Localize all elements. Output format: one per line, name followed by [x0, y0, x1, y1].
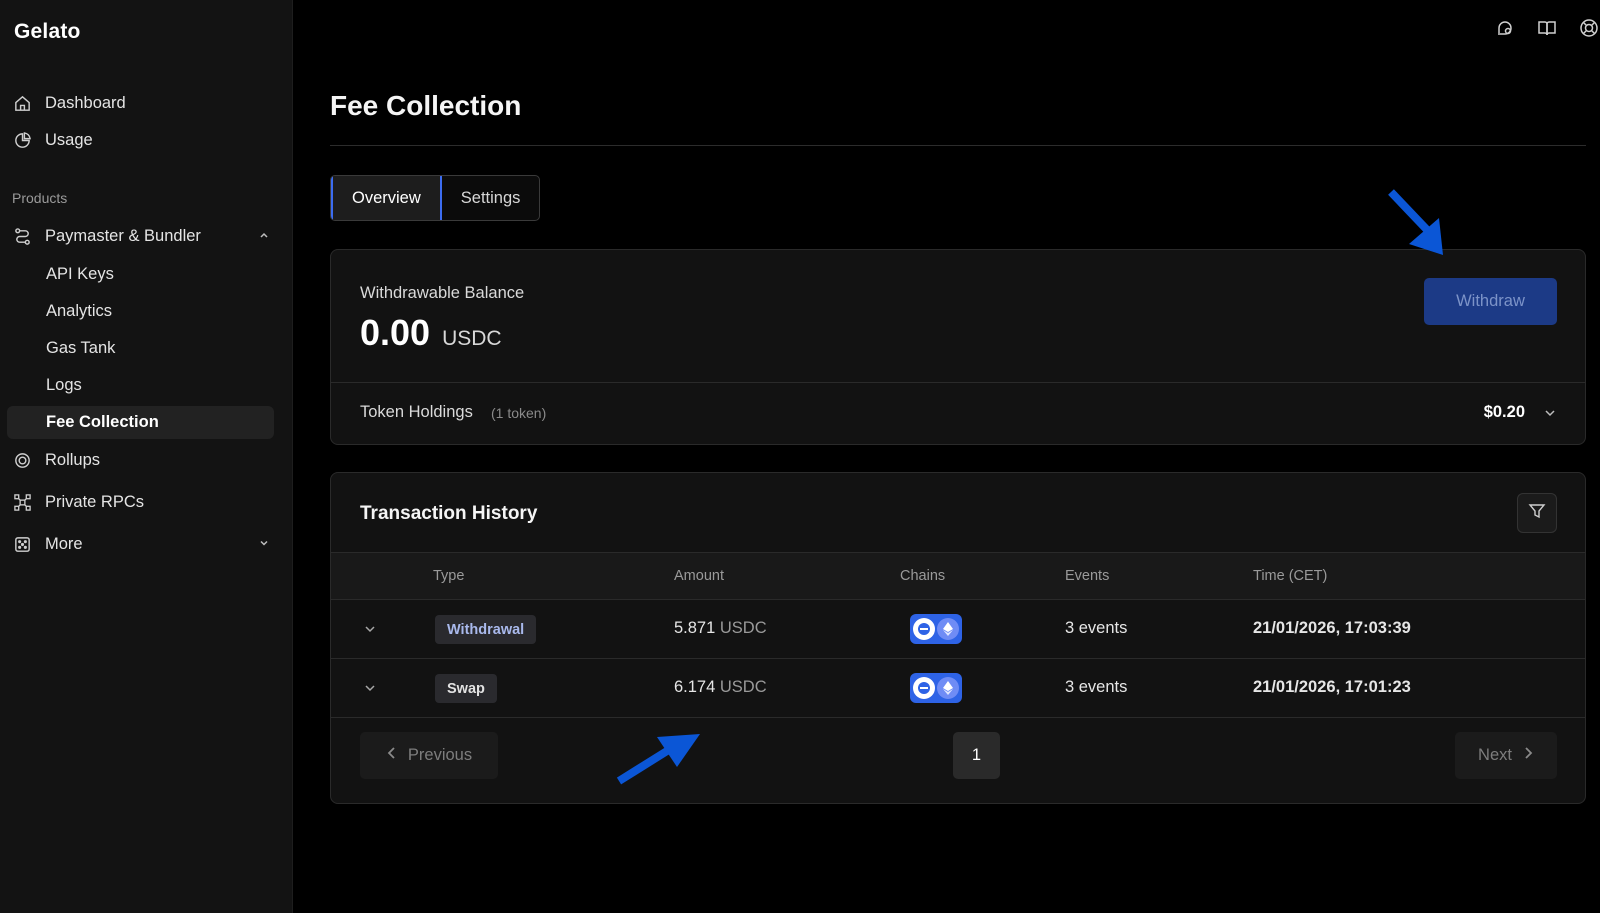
- time-cell: 21/01/2026, 17:01:23: [1253, 678, 1411, 696]
- next-label: Next: [1478, 746, 1512, 764]
- table-header: Type Amount Chains Events Time (CET): [331, 552, 1585, 600]
- sidebar: Gelato Dashboard Usage Products Paymaste…: [0, 0, 293, 913]
- column-header-chains: Chains: [900, 568, 946, 584]
- tab-settings[interactable]: Settings: [442, 176, 540, 220]
- table-row[interactable]: Withdrawal 5.871 USDC 3 events 21/01/202…: [331, 600, 1585, 659]
- type-badge: Withdrawal: [435, 615, 537, 644]
- amount-value: 6.174: [674, 678, 716, 696]
- title-divider: [330, 145, 1586, 146]
- sidebar-item-dashboard[interactable]: Dashboard: [12, 88, 126, 118]
- transaction-history-title: Transaction History: [360, 503, 538, 524]
- chevron-up-icon[interactable]: [258, 227, 270, 246]
- events-cell: 3 events: [1065, 678, 1128, 696]
- route-icon: [12, 226, 32, 246]
- filter-icon: [1528, 502, 1546, 525]
- token-holdings-value: $0.20: [1483, 403, 1525, 421]
- sidebar-item-api-keys[interactable]: API Keys: [46, 259, 114, 289]
- sidebar-item-label: API Keys: [46, 264, 114, 283]
- table-row[interactable]: Swap 6.174 USDC 3 events 21/01/2026, 17:…: [331, 659, 1585, 718]
- withdraw-button[interactable]: Withdraw: [1424, 278, 1557, 325]
- balance-amount: 0.00: [360, 312, 431, 353]
- ethereum-icon: [937, 677, 959, 699]
- sidebar-item-label: Gas Tank: [46, 338, 116, 357]
- balance-unit: USDC: [442, 327, 502, 350]
- chain-icon: [913, 677, 935, 699]
- withdrawable-balance: 0.00 USDC: [360, 312, 502, 354]
- previous-button[interactable]: Previous: [360, 732, 498, 779]
- sidebar-item-label: Paymaster & Bundler: [45, 226, 201, 245]
- annotation-arrow-icon: [1388, 189, 1443, 255]
- sidebar-item-label: Private RPCs: [45, 492, 145, 511]
- sidebar-item-label: More: [45, 534, 83, 553]
- amount-cell: 5.871 USDC: [674, 619, 767, 638]
- page-number-button[interactable]: 1: [953, 732, 1000, 779]
- column-header-events: Events: [1065, 568, 1110, 584]
- next-button[interactable]: Next: [1455, 732, 1557, 779]
- sidebar-item-label: Dashboard: [45, 93, 126, 112]
- balance-card: Withdrawable Balance 0.00 USDC Withdraw …: [330, 249, 1586, 445]
- sidebar-item-paymaster-bundler[interactable]: Paymaster & Bundler: [12, 221, 270, 251]
- chains-pill: [910, 673, 962, 703]
- support-lifebuoy-icon[interactable]: [1578, 17, 1600, 39]
- column-header-time: Time (CET): [1253, 568, 1328, 584]
- type-badge: Swap: [435, 674, 497, 703]
- chevron-down-icon[interactable]: [363, 622, 377, 641]
- token-holdings-label[interactable]: Token Holdings: [360, 403, 473, 422]
- column-header-amount: Amount: [674, 568, 724, 584]
- sidebar-item-label: Usage: [45, 130, 93, 149]
- chain-icon: [913, 618, 935, 640]
- rollups-icon: [12, 450, 32, 470]
- amount-unit: USDC: [719, 678, 767, 696]
- sidebar-item-usage[interactable]: Usage: [12, 125, 93, 155]
- column-header-type: Type: [433, 568, 465, 584]
- previous-label: Previous: [407, 746, 473, 764]
- sidebar-item-gas-tank[interactable]: Gas Tank: [46, 333, 115, 363]
- gelato-logo[interactable]: Gelato: [14, 20, 81, 44]
- ethereum-icon: [937, 618, 959, 640]
- network-icon: [12, 492, 32, 512]
- amount-value: 5.871: [674, 619, 716, 637]
- pie-chart-icon: [12, 130, 32, 150]
- card-divider: [331, 382, 1585, 383]
- filter-button[interactable]: [1517, 493, 1557, 533]
- sidebar-item-logs[interactable]: Logs: [46, 370, 82, 400]
- withdrawable-balance-label: Withdrawable Balance: [360, 284, 525, 302]
- token-holdings-count: (1 token): [491, 405, 547, 421]
- sidebar-item-rollups[interactable]: Rollups: [12, 445, 100, 475]
- sidebar-item-private-rpcs[interactable]: Private RPCs: [12, 487, 144, 517]
- transaction-history-card: Transaction History Type Amount Chains E…: [330, 472, 1586, 804]
- home-icon: [12, 93, 32, 113]
- sidebar-item-analytics[interactable]: Analytics: [46, 296, 112, 326]
- tab-bar: Overview Settings: [330, 175, 541, 221]
- sidebar-item-label: Fee Collection: [46, 412, 159, 431]
- chat-icon[interactable]: [1494, 17, 1516, 39]
- amount-unit: USDC: [719, 619, 767, 637]
- tab-overview[interactable]: Overview: [331, 176, 442, 220]
- chevron-down-icon[interactable]: [363, 681, 377, 700]
- grid-dots-icon: [12, 534, 32, 554]
- pagination: Previous 1 Next: [331, 716, 1585, 804]
- annotation-arrow-icon: [616, 734, 700, 785]
- products-section-label: Products: [12, 190, 68, 206]
- sidebar-item-label: Rollups: [45, 450, 101, 469]
- sidebar-item-more[interactable]: More: [12, 529, 270, 559]
- time-cell: 21/01/2026, 17:03:39: [1253, 619, 1411, 637]
- chains-pill: [910, 614, 962, 644]
- sidebar-item-label: Logs: [46, 375, 82, 394]
- events-cell: 3 events: [1065, 619, 1128, 637]
- chevron-left-icon: [386, 746, 398, 765]
- docs-book-icon[interactable]: [1536, 17, 1558, 39]
- top-toolbar: [1494, 17, 1600, 39]
- chevron-right-icon: [1522, 746, 1534, 765]
- chevron-down-icon[interactable]: [1543, 406, 1557, 425]
- sidebar-item-fee-collection[interactable]: Fee Collection: [46, 407, 159, 437]
- page-title: Fee Collection: [330, 90, 522, 121]
- sidebar-item-label: Analytics: [46, 301, 113, 320]
- amount-cell: 6.174 USDC: [674, 678, 767, 697]
- chevron-down-icon[interactable]: [258, 535, 270, 554]
